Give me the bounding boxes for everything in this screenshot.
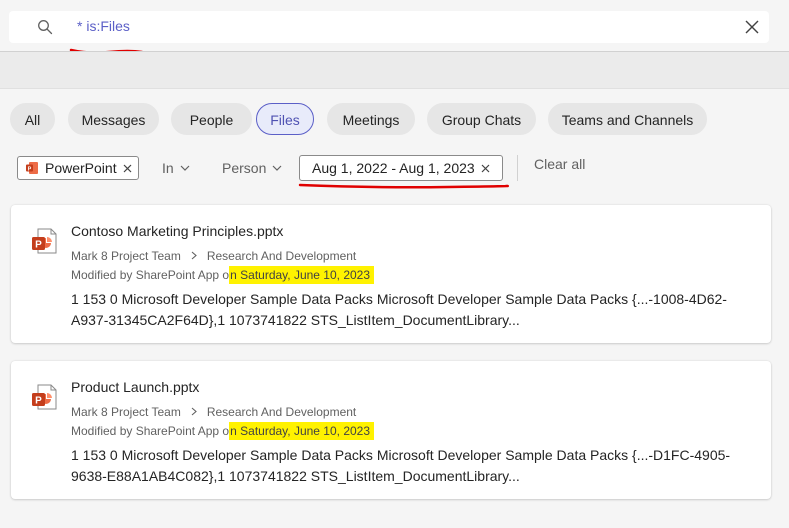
powerpoint-icon: P <box>32 384 57 410</box>
close-icon[interactable] <box>481 164 490 173</box>
result-title[interactable]: Product Launch.pptx <box>71 379 199 395</box>
result-location: Mark 8 Project Team Research And Developm… <box>71 249 356 263</box>
search-icon <box>38 20 53 35</box>
in-filter-dropdown[interactable]: In <box>162 156 190 180</box>
result-snippet: 1 153 0 Microsoft Developer Sample Data … <box>71 447 731 484</box>
search-bar[interactable]: * is:Files <box>9 11 769 54</box>
powerpoint-icon: P <box>26 162 38 174</box>
filetype-filter-chip[interactable]: P PowerPoint <box>17 156 139 180</box>
result-modified: Modified by SharePoint App on Saturday, … <box>71 266 375 284</box>
header-strip <box>0 52 789 88</box>
in-filter-label: In <box>162 160 174 176</box>
modified-date: Saturday, June 10, 2023 <box>240 424 371 438</box>
tab-teams-and-channels[interactable]: Teams and Channels <box>548 103 707 135</box>
svg-text:P: P <box>35 396 42 407</box>
filter-divider <box>517 155 518 181</box>
result-card[interactable]: P Product Launch.pptx Mark 8 Project Tea… <box>11 361 771 499</box>
modified-date: Saturday, June 10, 2023 <box>240 268 371 282</box>
chevron-down-icon <box>272 165 282 171</box>
clear-all-button[interactable]: Clear all <box>534 156 585 172</box>
filter-row: P PowerPoint In Person Aug 1, 2022 - Aug… <box>0 150 789 189</box>
svg-text:P: P <box>35 240 42 251</box>
result-card[interactable]: P Contoso Marketing Principles.pptx Mark… <box>11 205 771 343</box>
person-filter-label: Person <box>222 160 267 176</box>
powerpoint-icon: P <box>32 228 57 254</box>
tab-meetings[interactable]: Meetings <box>327 103 415 135</box>
result-modified: Modified by SharePoint App on Saturday, … <box>71 422 375 440</box>
search-input[interactable]: * is:Files <box>77 18 130 34</box>
modified-text: Modified by SharePoint App o <box>71 268 230 282</box>
tab-messages[interactable]: Messages <box>68 103 159 135</box>
result-title[interactable]: Contoso Marketing Principles.pptx <box>71 223 283 239</box>
chevron-right-icon <box>191 407 197 416</box>
strip-divider <box>0 88 789 89</box>
team-name: Mark 8 Project Team <box>71 249 181 263</box>
modified-hl-prefix: n <box>230 424 237 438</box>
chevron-right-icon <box>191 251 197 260</box>
modified-date-highlight: n Saturday, June 10, 2023 <box>229 422 375 440</box>
modified-hl-prefix: n <box>230 268 237 282</box>
annotation-underline-date <box>298 183 509 189</box>
tab-files[interactable]: Files <box>256 103 314 135</box>
tab-people[interactable]: People <box>171 103 252 135</box>
svg-text:P: P <box>28 166 32 172</box>
close-icon[interactable] <box>745 20 759 34</box>
filetype-filter-label: PowerPoint <box>45 160 117 176</box>
person-filter-dropdown[interactable]: Person <box>222 156 282 180</box>
channel-name: Research And Development <box>206 405 357 419</box>
close-icon[interactable] <box>123 164 132 173</box>
result-location: Mark 8 Project Team Research And Developm… <box>71 405 356 419</box>
date-filter-label: Aug 1, 2022 - Aug 1, 2023 <box>312 160 475 176</box>
result-snippet: 1 153 0 Microsoft Developer Sample Data … <box>71 291 727 328</box>
modified-date-highlight: n Saturday, June 10, 2023 <box>229 266 375 284</box>
tab-group-chats[interactable]: Group Chats <box>427 103 536 135</box>
date-filter-chip[interactable]: Aug 1, 2022 - Aug 1, 2023 <box>299 155 503 181</box>
modified-text: Modified by SharePoint App o <box>71 424 230 438</box>
team-name: Mark 8 Project Team <box>71 405 181 419</box>
tab-all[interactable]: All <box>10 103 55 135</box>
chevron-down-icon <box>180 165 190 171</box>
channel-name: Research And Development <box>206 249 357 263</box>
